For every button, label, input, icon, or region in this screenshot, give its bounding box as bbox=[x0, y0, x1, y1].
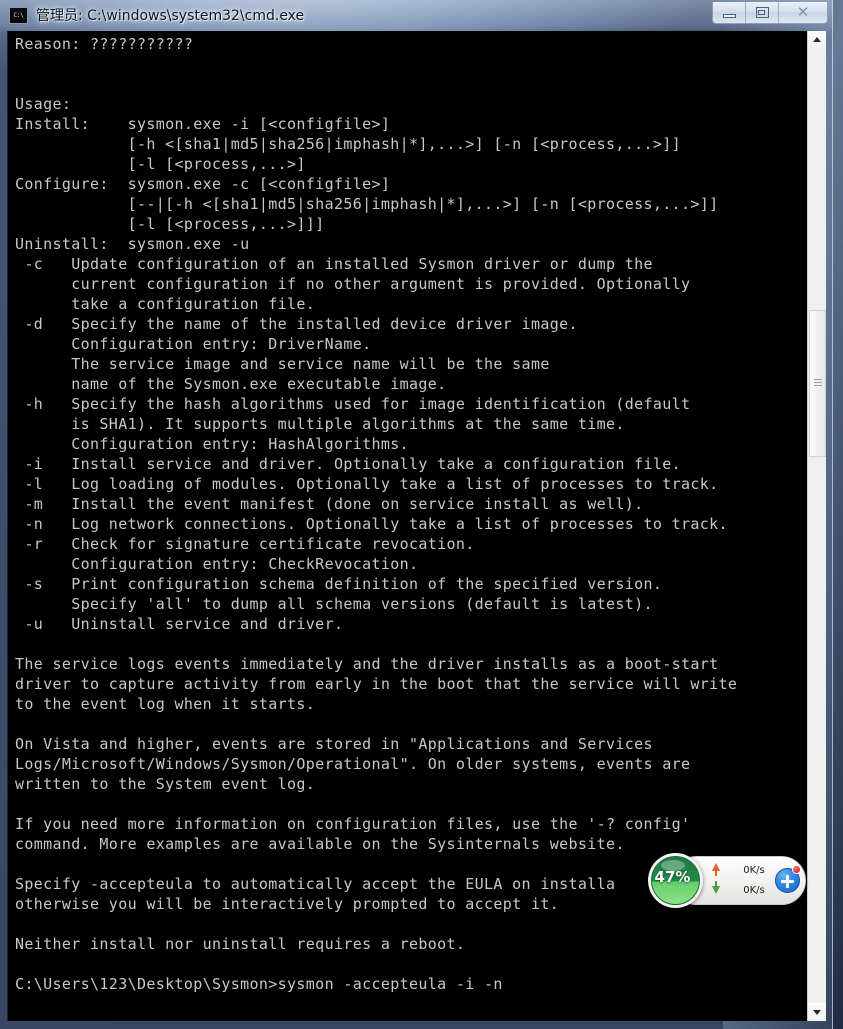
console-line: is SHA1). It supports multiple algorithm… bbox=[15, 415, 625, 433]
maximize-button[interactable] bbox=[746, 2, 779, 23]
console-line: -n Log network connections. Optionally t… bbox=[15, 515, 728, 533]
title-bar[interactable]: C:\ 管理员: C:\windows\system32\cmd.exe bbox=[0, 0, 833, 30]
maximize-icon-inner bbox=[758, 10, 765, 15]
grip-icon bbox=[814, 379, 822, 387]
cmd-icon: C:\ bbox=[9, 6, 28, 24]
console-line: -c Update configuration of an installed … bbox=[15, 255, 653, 273]
console-line: -i Install service and driver. Optionall… bbox=[15, 455, 682, 473]
network-speed-widget[interactable]: 0K/s 0K/s 47% bbox=[648, 853, 806, 908]
close-icon: ✕ bbox=[796, 3, 810, 21]
console-line: name of the Sysmon.exe executable image. bbox=[15, 375, 447, 393]
gauge-percent-label: 47% bbox=[654, 868, 691, 886]
console-line: The service image and service name will … bbox=[15, 355, 550, 373]
plus-icon-vertical bbox=[786, 874, 789, 888]
console-line: [-h <[sha1|md5|sha256|imphash|*],...>] [… bbox=[15, 135, 682, 153]
console-line: Neither install nor uninstall requires a… bbox=[15, 935, 466, 953]
console-line: If you need more information on configur… bbox=[15, 815, 691, 833]
console-line: Configuration entry: DriverName. bbox=[15, 335, 372, 353]
console-line: Logs/Microsoft/Windows/Sysmon/Operationa… bbox=[15, 755, 691, 773]
vertical-scrollbar[interactable] bbox=[807, 31, 826, 1021]
upload-arrow-icon bbox=[712, 863, 720, 876]
console-line: driver to capture activity from early in… bbox=[15, 675, 738, 693]
console-line: Configuration entry: HashAlgorithms. bbox=[15, 435, 409, 453]
console-line: Install: sysmon.exe -i [<configfile>] bbox=[15, 115, 391, 133]
scrollbar-thumb[interactable] bbox=[809, 310, 826, 457]
console-line: to the event log when it starts. bbox=[15, 695, 316, 713]
console-line: take a configuration file. bbox=[15, 295, 316, 313]
minimize-button[interactable] bbox=[713, 2, 746, 23]
chevron-up-icon bbox=[813, 37, 821, 42]
console-line: -l Log loading of modules. Optionally ta… bbox=[15, 475, 719, 493]
scroll-down-button[interactable] bbox=[808, 1003, 826, 1021]
scroll-up-button[interactable] bbox=[808, 31, 826, 49]
console-line: current configuration if no other argume… bbox=[15, 275, 691, 293]
notification-badge bbox=[792, 865, 801, 874]
window-title: 管理员: C:\windows\system32\cmd.exe bbox=[36, 8, 305, 24]
memory-gauge[interactable]: 47% bbox=[648, 853, 703, 908]
console-line: -s Print configuration schema definition… bbox=[15, 575, 663, 593]
console-line: [--|[-h <[sha1|md5|sha256|imphash|*],...… bbox=[15, 195, 719, 213]
console-line: -r Check for signature certificate revoc… bbox=[15, 535, 475, 553]
console-line: Uninstall: sysmon.exe -u bbox=[15, 235, 250, 253]
console-line: C:\Users\123\Desktop\Sysmon>sysmon -acce… bbox=[15, 975, 503, 993]
chevron-down-icon bbox=[813, 1010, 821, 1015]
console-line: -u Uninstall service and driver. bbox=[15, 615, 344, 633]
console-line: Configure: sysmon.exe -c [<configfile>] bbox=[15, 175, 391, 193]
console-line: Configuration entry: CheckRevocation. bbox=[15, 555, 419, 573]
download-speed-value: 0K/s bbox=[743, 885, 765, 896]
speed-arrows bbox=[709, 862, 723, 900]
console-line: -d Specify the name of the installed dev… bbox=[15, 315, 578, 333]
console-line: Reason: ??????????? bbox=[15, 35, 194, 53]
close-button[interactable]: ✕ bbox=[779, 2, 827, 23]
speed-readouts: 0K/s 0K/s bbox=[732, 861, 776, 901]
console-line: -h Specify the hash algorithms used for … bbox=[15, 395, 691, 413]
console-line: [-l [<process,...>] bbox=[15, 155, 306, 173]
console-line: [-l [<process,...>]]] bbox=[15, 215, 325, 233]
console-line: -m Install the event manifest (done on s… bbox=[15, 495, 644, 513]
console-line: Usage: bbox=[15, 95, 72, 113]
console-line: written to the System event log. bbox=[15, 775, 316, 793]
minimize-icon bbox=[723, 14, 736, 18]
console-text: Reason: ??????????? Usage: Install: sysmon… bbox=[15, 34, 805, 994]
download-arrow-icon bbox=[712, 881, 720, 894]
window-controls: ✕ bbox=[712, 2, 828, 24]
console-line: On Vista and higher, events are stored i… bbox=[15, 735, 653, 753]
console-line: The service logs events immediately and … bbox=[15, 655, 719, 673]
upload-speed-value: 0K/s bbox=[743, 865, 765, 876]
console-line: command. More examples are available on … bbox=[15, 835, 625, 853]
console-line: Specify 'all' to dump all schema version… bbox=[15, 595, 653, 613]
